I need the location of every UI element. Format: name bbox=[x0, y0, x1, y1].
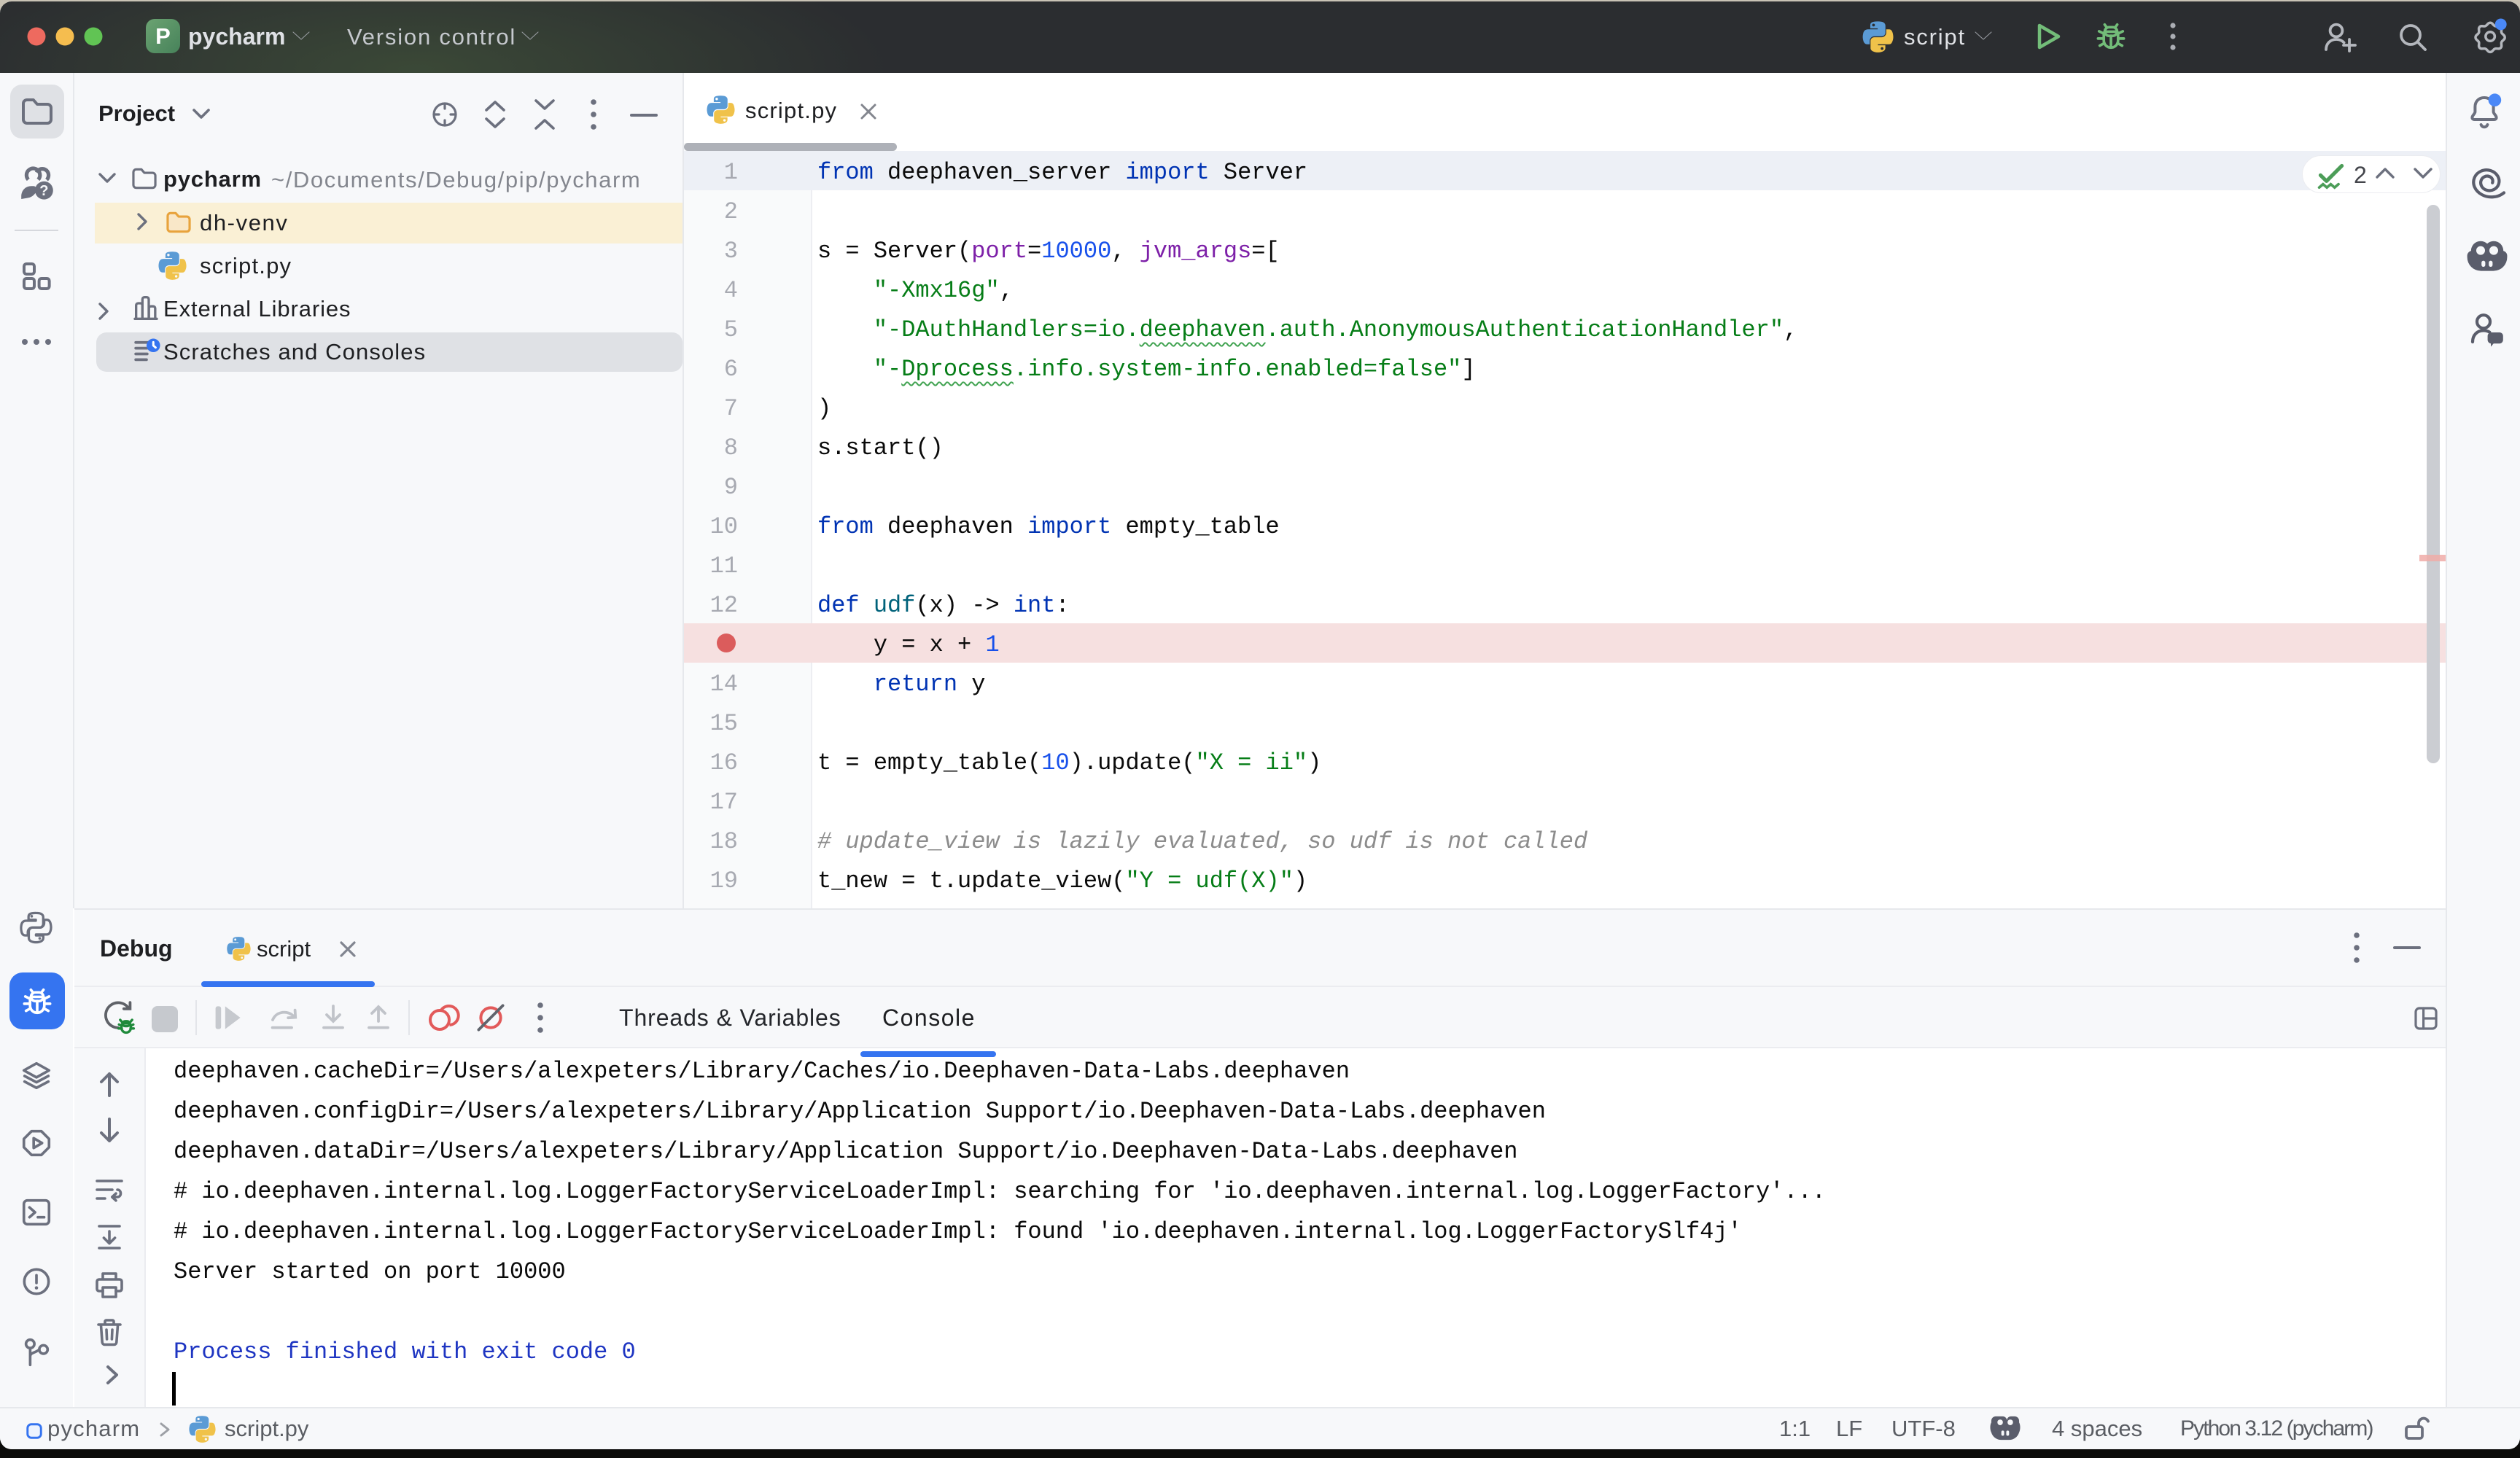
svg-text:?: ? bbox=[39, 183, 48, 199]
